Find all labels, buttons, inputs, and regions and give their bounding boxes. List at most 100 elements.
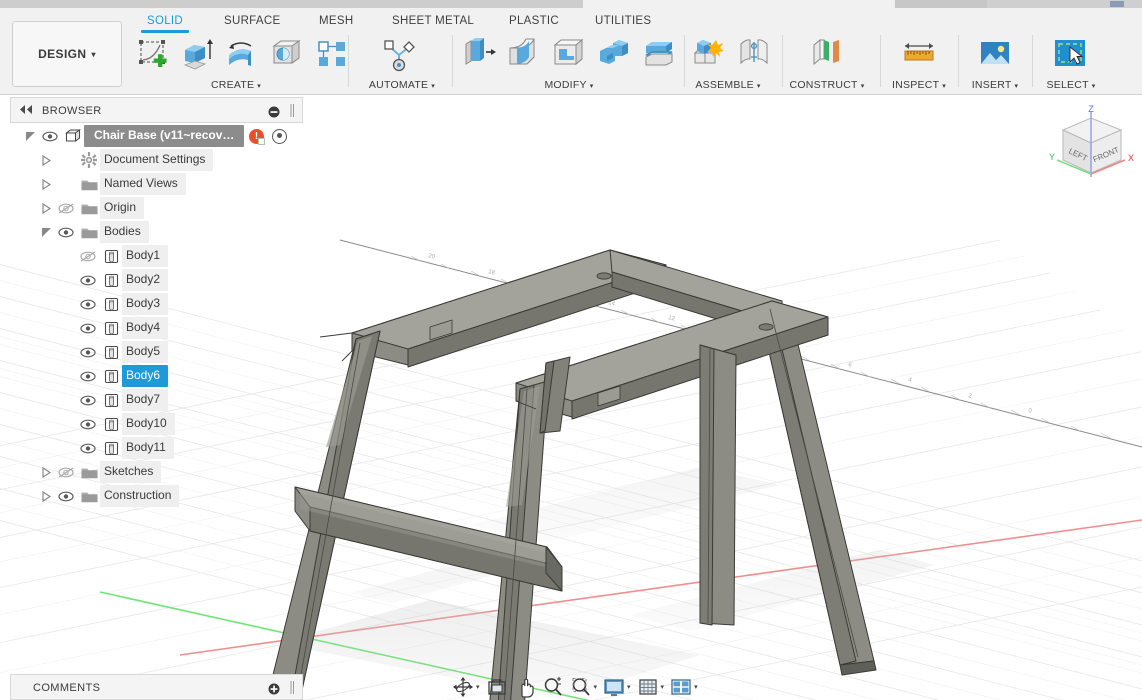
hole-icon[interactable] xyxy=(269,37,307,73)
eye-hidden-icon[interactable] xyxy=(54,460,78,484)
eye-visible-icon[interactable] xyxy=(38,124,62,148)
zoom-button[interactable] xyxy=(540,675,566,699)
grid-settings-button[interactable]: ▾ xyxy=(635,675,667,699)
chevron-down-icon: ▾ xyxy=(589,83,594,90)
tab-active-underline xyxy=(141,30,190,33)
tree-item-body7[interactable]: Body7 xyxy=(10,388,303,412)
group-label-inspect[interactable]: INSPECT ▾ xyxy=(886,79,952,91)
insert-image-icon[interactable] xyxy=(976,37,1014,73)
tree-item-named-views[interactable]: Named Views xyxy=(10,172,303,196)
twisty-open-icon[interactable] xyxy=(22,124,38,148)
tree-item-bodies[interactable]: Bodies xyxy=(10,220,303,244)
tree-item-label: Body2 xyxy=(122,269,169,291)
eye-visible-icon[interactable] xyxy=(54,220,78,244)
look-at-button[interactable] xyxy=(484,675,510,699)
twisty-closed-icon[interactable] xyxy=(38,172,54,196)
viewport-layout-button[interactable]: ▾ xyxy=(668,675,700,699)
tab-sheet-metal[interactable]: SHEET METAL xyxy=(392,15,474,27)
tree-item-label: Body7 xyxy=(122,389,169,411)
tree-item-body2[interactable]: Body2 xyxy=(10,268,303,292)
tab-solid[interactable]: SOLID xyxy=(141,15,190,33)
eye-visible-icon[interactable] xyxy=(76,268,100,292)
tree-item-chair-base-v11-recove[interactable]: Chair Base (v11~recove…! xyxy=(10,124,303,148)
eye-visible-icon[interactable] xyxy=(76,292,100,316)
eye-visible-icon[interactable] xyxy=(76,316,100,340)
group-label-assemble[interactable]: ASSEMBLE ▾ xyxy=(690,79,766,91)
extrude-icon[interactable] xyxy=(179,37,217,73)
tree-item-body3[interactable]: Body3 xyxy=(10,292,303,316)
tree-item-construction[interactable]: Construction xyxy=(10,484,303,508)
joint-icon[interactable] xyxy=(735,37,773,73)
tree-item-body10[interactable]: Body10 xyxy=(10,412,303,436)
construct-plane-icon[interactable] xyxy=(807,37,845,73)
eye-hidden-icon[interactable] xyxy=(54,196,78,220)
zoom-window-button[interactable]: ▾ xyxy=(568,675,600,699)
group-label-insert[interactable]: INSERT ▾ xyxy=(964,79,1026,91)
panel-grip-icon[interactable] xyxy=(290,681,295,694)
body-icon xyxy=(100,364,122,388)
shell-icon[interactable] xyxy=(550,37,588,73)
twisty-closed-icon[interactable] xyxy=(38,148,54,172)
display-settings-button[interactable]: ▾ xyxy=(601,675,633,699)
automate-icon[interactable] xyxy=(380,37,418,73)
combine-icon[interactable] xyxy=(595,37,633,73)
eye-visible-icon[interactable] xyxy=(76,412,100,436)
orbit-button[interactable]: ▾ xyxy=(450,675,482,699)
tree-item-sketches[interactable]: Sketches xyxy=(10,460,303,484)
eye-visible-icon[interactable] xyxy=(76,436,100,460)
eye-visible-icon xyxy=(80,395,96,405)
tab-mesh[interactable]: MESH xyxy=(319,15,353,27)
create-sketch-icon[interactable] xyxy=(134,37,172,73)
split-face-icon[interactable] xyxy=(640,37,678,73)
browser-tree[interactable]: Chair Base (v11~recove…! Document Setting… xyxy=(10,124,303,508)
tab-plastic[interactable]: PLASTIC xyxy=(509,15,559,27)
workspace-switcher-button[interactable]: DESIGN ▾ xyxy=(12,21,122,87)
measure-icon[interactable] xyxy=(900,37,938,73)
group-label-automate[interactable]: AUTOMATE ▾ xyxy=(358,79,446,91)
eye-visible-icon[interactable] xyxy=(54,484,78,508)
revolve-icon[interactable] xyxy=(224,37,262,73)
pan-button[interactable] xyxy=(512,675,538,699)
tree-item-origin[interactable]: Origin xyxy=(10,196,303,220)
display-settings-icon xyxy=(604,679,624,696)
tree-item-body5[interactable]: Body5 xyxy=(10,340,303,364)
group-label-create[interactable]: CREATE ▾ xyxy=(132,79,340,91)
group-label-select[interactable]: SELECT ▾ xyxy=(1038,79,1104,91)
new-component-icon[interactable] xyxy=(690,37,728,73)
twisty-closed-icon[interactable] xyxy=(38,196,54,220)
twisty-closed-icon[interactable] xyxy=(38,484,54,508)
tree-item-body1[interactable]: Body1 xyxy=(10,244,303,268)
tree-item-body11[interactable]: Body11 xyxy=(10,436,303,460)
twisty-none xyxy=(60,436,76,460)
tab-surface[interactable]: SURFACE xyxy=(224,15,280,27)
view-cube[interactable]: LEFT FRONT Z Y X xyxy=(1043,102,1139,188)
group-label-modify[interactable]: MODIFY ▾ xyxy=(458,79,680,91)
select-window-icon[interactable] xyxy=(1052,37,1090,73)
eye-hidden-icon[interactable] xyxy=(76,244,100,268)
activate-component-icon[interactable] xyxy=(272,128,287,144)
tree-item-body6[interactable]: Body6 xyxy=(10,364,303,388)
workspace-label: DESIGN xyxy=(38,47,87,61)
ribbon-group-modify: MODIFY ▾ xyxy=(458,37,680,95)
minimize-icon[interactable] xyxy=(268,105,280,118)
twisty-closed-icon[interactable] xyxy=(38,460,54,484)
group-label-construct[interactable]: CONSTRUCT ▾ xyxy=(788,79,866,91)
collapse-left-icon[interactable] xyxy=(19,104,35,118)
press-pull-icon[interactable] xyxy=(460,37,498,73)
ribbon-group-assemble: ASSEMBLE ▾ xyxy=(690,37,768,95)
eye-none xyxy=(54,148,78,172)
tab-utilities[interactable]: UTILITIES xyxy=(595,15,651,27)
twisty-open-icon[interactable] xyxy=(38,220,54,244)
ribbon-group-construct: CONSTRUCT ▾ xyxy=(788,37,866,95)
pattern-icon[interactable] xyxy=(314,37,352,73)
add-comment-icon[interactable] xyxy=(268,682,280,695)
panel-grip-icon[interactable] xyxy=(290,104,295,117)
eye-visible-icon[interactable] xyxy=(76,388,100,412)
document-update-badge-icon[interactable]: ! xyxy=(249,128,265,145)
twisty-closed-icon xyxy=(41,178,51,190)
fillet-icon[interactable] xyxy=(505,37,543,73)
eye-visible-icon[interactable] xyxy=(76,364,100,388)
eye-visible-icon[interactable] xyxy=(76,340,100,364)
tree-item-body4[interactable]: Body4 xyxy=(10,316,303,340)
tree-item-document-settings[interactable]: Document Settings xyxy=(10,148,303,172)
